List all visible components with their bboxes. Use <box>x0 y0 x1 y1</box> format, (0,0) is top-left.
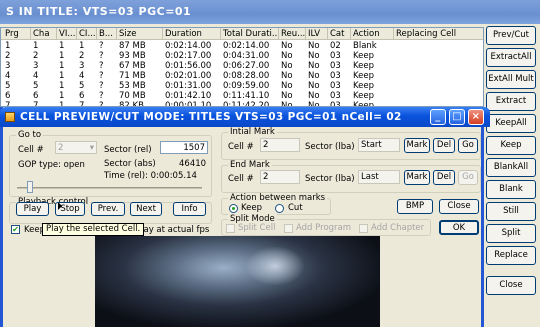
side-button-extract[interactable]: Extract <box>486 92 536 111</box>
column-header[interactable]: Prg <box>3 28 31 40</box>
initial-sector-label: Sector (lba) <box>305 142 355 152</box>
app-icon <box>5 112 15 122</box>
maximize-icon[interactable]: □ <box>449 109 465 125</box>
split-cell-label: Split Cell <box>238 223 276 233</box>
gop-type-text: GOP type: open <box>18 160 85 170</box>
info-button[interactable]: Info <box>173 202 206 216</box>
column-header[interactable]: Total Durati... <box>221 28 279 40</box>
end-sector-label: Sector (lba) <box>305 174 355 184</box>
main-window-title: S IN TITLE: VTS=03 PGC=01 <box>0 0 540 24</box>
initial-go-button[interactable]: Go <box>458 138 478 153</box>
column-header[interactable]: CI... <box>77 28 97 40</box>
end-cell-label: Cell # <box>228 174 254 184</box>
seek-slider-handle[interactable] <box>27 181 33 193</box>
keep-radio[interactable] <box>229 204 238 213</box>
minimize-icon[interactable]: _ <box>430 109 446 125</box>
video-preview <box>95 236 380 327</box>
goto-cell-label: Cell # <box>18 145 44 155</box>
play-tooltip: Play the selected Cell. <box>42 223 145 236</box>
side-button-keep[interactable]: Keep <box>486 136 536 155</box>
column-header[interactable]: Cha <box>31 28 57 40</box>
side-button-close[interactable]: Close <box>486 276 536 295</box>
end-del-button[interactable]: Del <box>433 170 455 185</box>
side-button-blankall[interactable]: BlankAll <box>486 158 536 177</box>
initial-cell-field[interactable]: 2 <box>260 138 300 152</box>
side-button-extall-mult[interactable]: ExtAll Mult <box>486 70 536 89</box>
table-header: Prg Cha VI... CI... B... Size Duration Total Du… <box>1 28 483 40</box>
chevron-down-icon: ▾ <box>89 143 94 153</box>
split-cell-checkbox[interactable] <box>226 224 235 233</box>
play-button[interactable]: Play <box>16 202 49 216</box>
column-header[interactable]: Duration <box>163 28 221 40</box>
goto-group-label: Go to <box>16 130 44 140</box>
side-button-extractall[interactable]: ExtractAll <box>486 48 536 67</box>
end-sector-field[interactable]: Last <box>358 170 400 184</box>
initial-mark-label: Intial Mark <box>228 127 277 137</box>
side-button-split[interactable]: Split <box>486 224 536 243</box>
column-header[interactable]: B... <box>97 28 117 40</box>
add-program-checkbox[interactable] <box>284 224 293 233</box>
mouse-cursor-icon <box>58 202 62 210</box>
bmp-button[interactable]: BMP <box>397 199 433 214</box>
column-header[interactable]: Replacing Cell <box>394 28 483 40</box>
cut-radio-label: Cut <box>288 203 303 213</box>
dialog-title-bar[interactable]: CELL PREVIEW/CUT MODE: TITLES VTS=03 PGC… <box>0 107 490 127</box>
column-header[interactable]: Reu... <box>279 28 306 40</box>
cells-table[interactable]: Prg Cha VI... CI... B... Size Duration Total Du… <box>0 27 484 107</box>
seek-slider-track[interactable] <box>17 187 202 189</box>
initial-del-button[interactable]: Del <box>433 138 455 153</box>
next-button[interactable]: Next <box>130 202 162 216</box>
goto-cell-value: 2 <box>58 143 64 153</box>
end-mark-button[interactable]: Mark <box>404 170 430 185</box>
ok-button[interactable]: OK <box>439 220 479 235</box>
play-actual-fps-label: Play at actual fps <box>136 225 210 235</box>
column-header[interactable]: Action <box>351 28 394 40</box>
initial-mark-button[interactable]: Mark <box>404 138 430 153</box>
end-go-button[interactable]: Go <box>458 170 478 185</box>
side-button-replace[interactable]: Replace <box>486 246 536 265</box>
end-mark-label: End Mark <box>228 160 272 170</box>
column-header[interactable]: Size <box>117 28 163 40</box>
sector-rel-field[interactable]: 1507 <box>160 141 208 154</box>
column-header[interactable]: ILV <box>306 28 328 40</box>
add-program-label: Add Program <box>296 223 352 233</box>
initial-sector-field[interactable]: Start <box>358 138 400 152</box>
close-button[interactable]: Close <box>439 199 479 214</box>
column-header[interactable]: VI... <box>57 28 77 40</box>
side-button-keepall[interactable]: KeepAll <box>486 114 536 133</box>
sector-abs-value: 46410 <box>179 159 207 169</box>
sector-rel-label: Sector (rel) <box>104 145 152 155</box>
side-button-prev-cut[interactable]: Prev/Cut <box>486 26 536 45</box>
side-button-blank[interactable]: Blank <box>486 180 536 199</box>
column-header[interactable]: Cat <box>328 28 351 40</box>
initial-cell-label: Cell # <box>228 142 254 152</box>
goto-cell-select[interactable]: 2 ▾ <box>55 141 97 154</box>
time-rel-text: Time (rel): 0:00:05.14 <box>104 171 197 181</box>
keep-radio-label: Keep <box>241 203 263 213</box>
add-chapter-label: Add Chapter <box>371 223 425 233</box>
keep-checkbox[interactable]: ✔ <box>11 225 20 234</box>
close-icon[interactable]: × <box>468 109 484 125</box>
side-button-still[interactable]: Still <box>486 202 536 221</box>
add-chapter-checkbox[interactable] <box>359 224 368 233</box>
end-cell-field[interactable]: 2 <box>260 170 300 184</box>
cut-radio[interactable] <box>275 204 284 213</box>
sector-abs-label: Sector (abs) <box>104 159 156 169</box>
dialog-title: CELL PREVIEW/CUT MODE: TITLES VTS=03 PGC… <box>20 111 402 123</box>
prev-button[interactable]: Prev. <box>91 202 125 216</box>
